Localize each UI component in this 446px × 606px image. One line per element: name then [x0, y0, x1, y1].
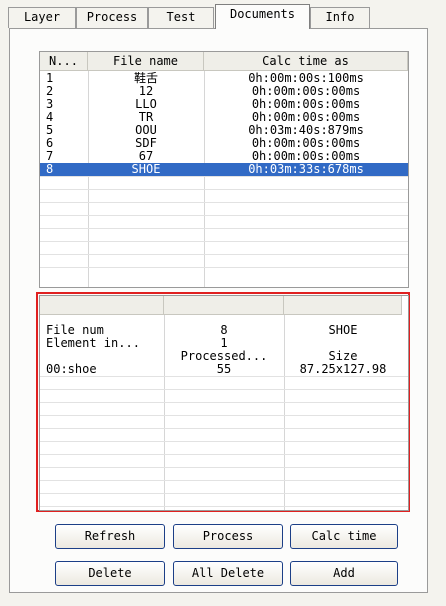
- grid-line: [40, 480, 408, 481]
- grid-line: [40, 228, 408, 229]
- document-detail-table[interactable]: File num 8 SHOE Element in... 1 Processed... S…: [39, 295, 409, 511]
- detail-header-cell: [164, 296, 284, 315]
- table-cell: 67: [138, 150, 154, 163]
- detail-cell: File num: [46, 324, 104, 337]
- detail-row: Element in... 1: [40, 337, 408, 350]
- table-cell: 0h:00m:00s:00ms: [251, 98, 361, 111]
- detail-row: File num 8 SHOE: [40, 324, 408, 337]
- table-cell: 5: [46, 124, 54, 137]
- detail-cell: 00:shoe: [46, 363, 97, 376]
- table-cell: 8: [46, 163, 54, 176]
- detail-row: Processed... Size: [40, 350, 408, 363]
- detail-cell: 1: [220, 337, 228, 350]
- tab-info[interactable]: Info: [310, 7, 370, 28]
- table-cell: SHOE: [131, 163, 161, 176]
- tab-test[interactable]: Test: [148, 7, 214, 28]
- table-row[interactable]: 3 LLO 0h:00m:00s:00ms: [40, 98, 408, 111]
- table-cell: 1: [46, 72, 54, 85]
- table-row[interactable]: 1 鞋舌 0h:00m:00s:100ms: [40, 72, 408, 85]
- table-cell: 3: [46, 98, 54, 111]
- refresh-button[interactable]: Refresh: [55, 524, 165, 549]
- grid-line: [40, 254, 408, 255]
- detail-cell: SHOE: [328, 324, 358, 337]
- table-cell: 0h:00m:00s:00ms: [251, 111, 361, 124]
- grid-line: [40, 267, 408, 268]
- grid-line: [40, 441, 408, 442]
- column-header-file-name[interactable]: File name: [88, 52, 204, 71]
- delete-button[interactable]: Delete: [55, 561, 165, 586]
- table-cell: OOU: [135, 124, 157, 137]
- table-cell: 鞋舌: [133, 72, 158, 85]
- detail-cell: [284, 337, 402, 350]
- table-cell: 0h:00m:00s:00ms: [251, 150, 361, 163]
- grid-line: [40, 402, 408, 403]
- table-cell: 6: [46, 137, 54, 150]
- grid-line: [40, 189, 408, 190]
- table-row[interactable]: 7 67 0h:00m:00s:00ms: [40, 150, 408, 163]
- detail-header-cell: [284, 296, 402, 315]
- detail-cell: 55: [216, 363, 232, 376]
- grid-line: [40, 241, 408, 242]
- grid-line: [40, 376, 408, 377]
- table-cell: 2: [46, 85, 54, 98]
- grid-line: [40, 389, 408, 390]
- grid-line: [40, 493, 408, 494]
- column-header-calc-time[interactable]: Calc time as: [204, 52, 408, 71]
- detail-row: 00:shoe 55 87.25x127.98: [40, 363, 408, 376]
- grid-line: [40, 428, 408, 429]
- table-cell: 7: [46, 150, 54, 163]
- grid-line: [40, 506, 408, 507]
- table-cell: 0h:03m:40s:879ms: [248, 124, 364, 137]
- table-cell: SDF: [135, 137, 157, 150]
- calc-time-button[interactable]: Calc time: [290, 524, 398, 549]
- grid-line: [40, 202, 408, 203]
- grid-line: [40, 415, 408, 416]
- tab-process[interactable]: Process: [76, 7, 148, 28]
- table-cell: 0h:03m:33s:678ms: [248, 163, 364, 176]
- detail-cell: Element in...: [46, 337, 140, 350]
- table-row[interactable]: 4 TR 0h:00m:00s:00ms: [40, 111, 408, 124]
- table-cell: 12: [138, 85, 154, 98]
- tab-layer[interactable]: Layer: [8, 7, 76, 28]
- detail-header-cell: [40, 296, 164, 315]
- table-cell: TR: [138, 111, 154, 124]
- table-row[interactable]: 8 SHOE 0h:03m:33s:678ms: [40, 163, 408, 176]
- table-row[interactable]: 6 SDF 0h:00m:00s:00ms: [40, 137, 408, 150]
- add-button[interactable]: Add: [290, 561, 398, 586]
- tab-documents[interactable]: Documents: [215, 4, 310, 29]
- table-cell: LLO: [135, 98, 157, 111]
- detail-cell: 87.25x127.98: [299, 363, 387, 376]
- column-header-number[interactable]: N...: [40, 52, 88, 71]
- detail-cell: Processed...: [180, 350, 268, 363]
- grid-line: [40, 467, 408, 468]
- documents-table[interactable]: N... File name Calc time as 1 鞋舌 0h:00m:00…: [39, 51, 409, 288]
- grid-line: [40, 215, 408, 216]
- grid-line: [40, 176, 408, 177]
- detail-cell: 8: [220, 324, 228, 337]
- detail-cell: [46, 350, 162, 363]
- table-cell: 4: [46, 111, 54, 124]
- all-delete-button[interactable]: All Delete: [173, 561, 283, 586]
- process-button[interactable]: Process: [173, 524, 283, 549]
- grid-line: [40, 454, 408, 455]
- table-cell: 0h:00m:00s:00ms: [251, 137, 361, 150]
- table-row[interactable]: 2 12 0h:00m:00s:00ms: [40, 85, 408, 98]
- table-cell: 0h:00m:00s:00ms: [251, 85, 361, 98]
- table-row[interactable]: 5 OOU 0h:03m:40s:879ms: [40, 124, 408, 137]
- table-cell: 0h:00m:00s:100ms: [248, 72, 364, 85]
- detail-cell: Size: [328, 350, 358, 363]
